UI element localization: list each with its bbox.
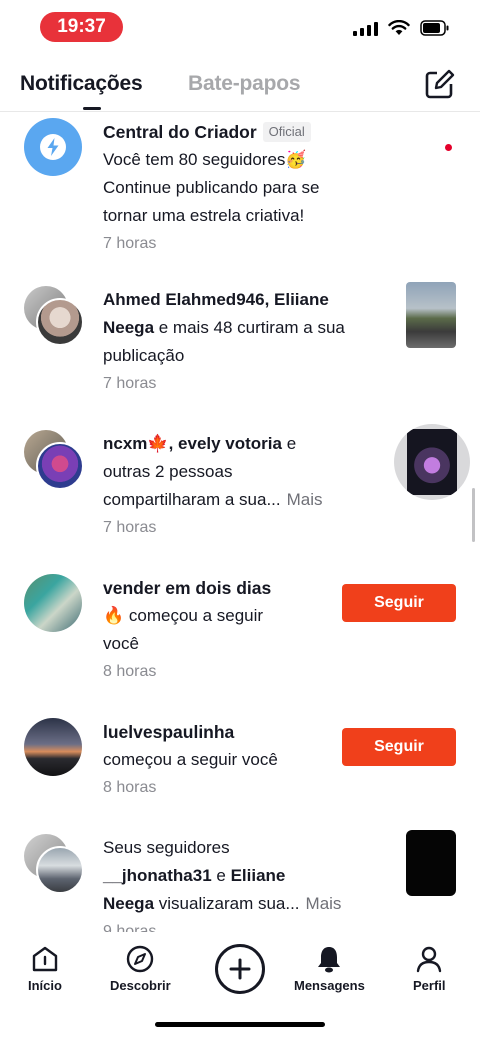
notification-time: 7 horas bbox=[103, 519, 157, 536]
signal-icon bbox=[353, 20, 378, 36]
compass-icon bbox=[127, 945, 154, 973]
avatar bbox=[36, 298, 84, 346]
home-icon bbox=[32, 946, 58, 972]
follow-button[interactable]: Seguir bbox=[342, 728, 456, 766]
notification-likes[interactable]: Ahmed Elahmed946, Eliiane Neega e mais 4… bbox=[0, 282, 480, 398]
nav-discover-label: Descobrir bbox=[110, 978, 171, 993]
follow-button[interactable]: Seguir bbox=[342, 584, 456, 622]
plus-icon bbox=[229, 958, 251, 980]
compose-icon[interactable] bbox=[424, 68, 456, 100]
person-icon bbox=[417, 946, 442, 973]
unread-dot bbox=[445, 144, 452, 151]
notification-new-follower[interactable]: luelvespaulinha começou a seguir você 8 … bbox=[0, 718, 480, 802]
user-name[interactable]: Eliiane bbox=[274, 290, 329, 309]
battery-icon bbox=[420, 20, 449, 36]
notification-message: outras 2 pessoas bbox=[103, 462, 233, 481]
nav-home-label: Início bbox=[28, 978, 62, 993]
official-badge: Oficial bbox=[262, 122, 311, 142]
nav-discover[interactable]: Descobrir bbox=[110, 944, 171, 993]
wifi-icon bbox=[388, 20, 410, 35]
avatar-stack bbox=[24, 286, 86, 348]
user-name[interactable]: __jhonatha31 bbox=[103, 866, 212, 885]
more-link[interactable]: Mais bbox=[306, 894, 342, 913]
scrollbar[interactable] bbox=[472, 488, 475, 542]
creator-center-avatar bbox=[24, 118, 82, 176]
avatar[interactable] bbox=[24, 718, 82, 776]
nav-home[interactable]: Início bbox=[28, 944, 62, 993]
notification-views[interactable]: Seus seguidores __jhonatha31 e Eliiane N… bbox=[0, 830, 480, 940]
tab-notifications[interactable]: Notificações bbox=[20, 72, 143, 96]
notification-time: 8 horas bbox=[103, 779, 157, 796]
header: Notificações Bate-papos bbox=[0, 54, 480, 112]
more-link[interactable]: Mais bbox=[287, 490, 323, 509]
notification-message: Seus seguidores bbox=[103, 838, 230, 857]
post-thumbnail[interactable] bbox=[406, 830, 456, 896]
notification-shares[interactable]: ncxm🍁, evely votoria e outras 2 pessoas … bbox=[0, 424, 480, 542]
notification-sender: Central do Criador bbox=[103, 122, 257, 142]
status-time: 19:37 bbox=[40, 12, 123, 42]
notification-message: Você tem 80 seguidores🥳 bbox=[103, 150, 307, 169]
notification-message: e mais 48 curtiram a sua bbox=[154, 318, 345, 337]
lightning-icon bbox=[40, 134, 66, 160]
tab-chats[interactable]: Bate-papos bbox=[188, 72, 301, 96]
bottom-nav: Início Descobrir Mensagens Perfil bbox=[0, 932, 480, 1038]
avatar-stack bbox=[24, 430, 86, 492]
notification-message: compartilharam a sua... bbox=[103, 490, 281, 509]
status-bar: 19:37 bbox=[0, 0, 480, 54]
notification-new-follower[interactable]: vender em dois dias 🔥 começou a seguir v… bbox=[0, 574, 480, 686]
bell-icon bbox=[318, 947, 341, 973]
avatar-stack bbox=[24, 834, 86, 896]
user-name[interactable]: Neega bbox=[103, 318, 154, 337]
user-name[interactable]: Neega bbox=[103, 894, 154, 913]
user-name[interactable]: Ahmed Elahmed946 bbox=[103, 290, 265, 309]
avatar bbox=[36, 846, 84, 894]
notification-time: 7 horas bbox=[103, 375, 157, 392]
post-thumbnail[interactable] bbox=[394, 424, 470, 500]
nav-profile-label: Perfil bbox=[413, 978, 446, 993]
avatar bbox=[36, 442, 84, 490]
user-name[interactable]: Eliiane bbox=[231, 866, 286, 885]
tab-indicator bbox=[83, 107, 101, 110]
post-thumbnail[interactable] bbox=[406, 282, 456, 348]
user-name[interactable]: ncxm🍁 bbox=[103, 434, 169, 453]
notification-message: tornar uma estrela criativa! bbox=[103, 206, 305, 225]
avatar[interactable] bbox=[24, 574, 82, 632]
notification-message: visualizaram sua... bbox=[154, 894, 300, 913]
notification-message: publicação bbox=[103, 346, 185, 365]
create-button[interactable] bbox=[215, 944, 265, 994]
notification-message: Continue publicando para se bbox=[103, 178, 320, 197]
notification-time: 7 horas bbox=[103, 235, 157, 252]
nav-messages[interactable]: Mensagens bbox=[294, 944, 365, 993]
notification-creator-center[interactable]: Central do Criador Oficial Você tem 80 se… bbox=[0, 118, 480, 258]
user-name[interactable]: evely votoria bbox=[178, 434, 282, 453]
notification-time: 8 horas bbox=[103, 663, 157, 680]
nav-messages-label: Mensagens bbox=[294, 978, 365, 993]
home-indicator[interactable] bbox=[155, 1022, 325, 1027]
nav-profile[interactable]: Perfil bbox=[413, 944, 446, 993]
notification-message: você bbox=[103, 634, 139, 653]
